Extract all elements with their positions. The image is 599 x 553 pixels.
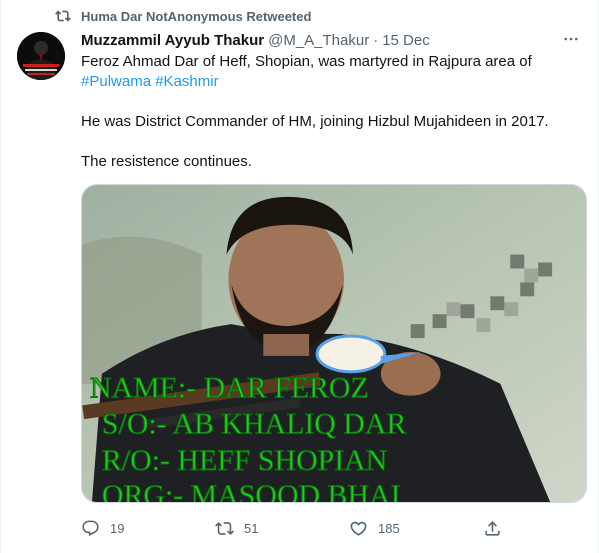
tweet-text-line-3: The resistence continues. — [81, 153, 252, 170]
tweet-hashtags: #Pulwama #Kashmir — [81, 72, 581, 92]
media-overlay-line-4: ORG:- MASOOD BHAI — [102, 479, 401, 502]
retweet-icon — [215, 519, 234, 538]
tweet-media-image[interactable]: NAME:- DAR FEROZ S/O:- AB KHALIQ DAR R/O… — [81, 184, 587, 503]
tweet-text-line-1: Feroz Ahmad Dar of Heff, Shopian, was ma… — [81, 53, 532, 70]
retweet-button[interactable]: 51 — [215, 519, 258, 538]
share-button[interactable] — [483, 519, 502, 538]
reply-icon — [81, 519, 100, 538]
share-icon — [483, 519, 502, 538]
tweet-text-line-2: He was District Commander of HM, joining… — [81, 113, 549, 130]
tweet-text: Feroz Ahmad Dar of Heff, Shopian, was ma… — [81, 52, 581, 172]
like-button[interactable]: 185 — [349, 519, 400, 538]
media-overlay-line-3: R/O:- HEFF SHOPIAN — [102, 444, 387, 477]
retweet-context-label[interactable]: Huma Dar NotAnonymous Retweeted — [81, 9, 311, 24]
tweet-date[interactable]: 15 Dec — [382, 32, 430, 49]
tweet-card[interactable]: Huma Dar NotAnonymous Retweeted Muzzammi… — [0, 0, 599, 553]
tweet-header: Muzzammil Ayyub Thakur @M_A_Thakur · 15 … — [81, 30, 582, 50]
avatar[interactable] — [17, 32, 65, 80]
more-options-icon[interactable] — [560, 28, 582, 50]
like-count: 185 — [378, 520, 400, 536]
reply-button[interactable]: 19 — [81, 519, 124, 538]
media-overlay-line-1: NAME:- DAR FEROZ — [90, 372, 369, 405]
author-handle[interactable]: @M_A_Thakur — [268, 32, 369, 49]
hashtag-pulwama[interactable]: #Pulwama — [81, 73, 151, 90]
reply-count: 19 — [110, 520, 125, 536]
author-display-name[interactable]: Muzzammil Ayyub Thakur — [81, 32, 264, 49]
retweet-icon — [55, 8, 71, 24]
media-overlay-line-2: S/O:- AB KHALIQ DAR — [102, 407, 407, 440]
header-separator: · — [373, 31, 379, 49]
retweet-count: 51 — [244, 520, 259, 536]
retweet-context: Huma Dar NotAnonymous Retweeted — [55, 8, 311, 24]
tweet-actions: 19 51 185 — [73, 514, 523, 542]
hashtag-kashmir[interactable]: #Kashmir — [155, 73, 218, 90]
heart-icon — [349, 519, 368, 538]
